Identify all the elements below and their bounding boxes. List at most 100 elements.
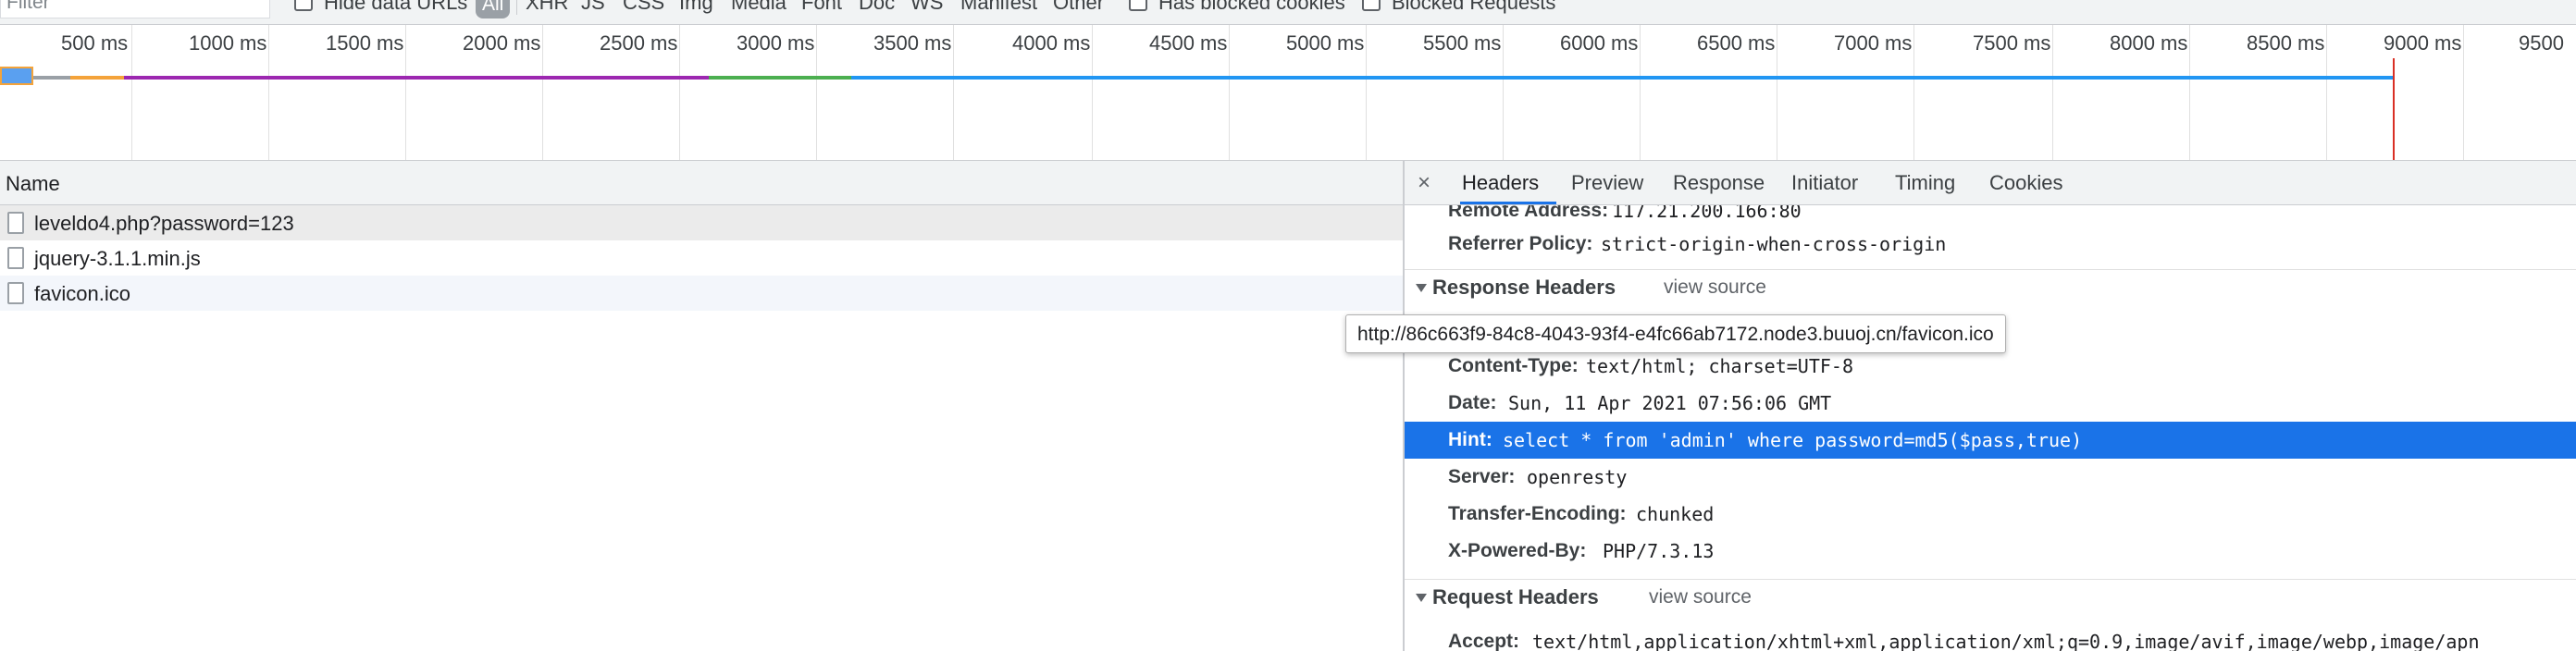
tick-label: 6500 ms: [1697, 31, 1776, 55]
tab-cookies[interactable]: Cookies: [1989, 171, 2062, 195]
type-filter-font[interactable]: Font: [801, 0, 842, 15]
header-key: Date:: [1448, 392, 1497, 413]
request-name: favicon.ico: [34, 282, 130, 305]
type-filter-xhr[interactable]: XHR: [526, 0, 568, 15]
header-row-hint[interactable]: Hint: select * from 'admin' where passwo…: [1405, 422, 2576, 459]
download-bar: [851, 76, 2393, 80]
response-headers-title[interactable]: Response Headers: [1432, 276, 1616, 300]
waiting-bar: [33, 76, 70, 80]
tick-line: [2189, 25, 2190, 160]
filter-bar: Filter Hide data URLs All XHR JS CSS Img…: [0, 0, 2576, 25]
header-key: Server:: [1448, 466, 1516, 487]
header-value: openresty: [1527, 466, 1628, 488]
list-header: Name: [0, 161, 1403, 205]
type-filter-manifest[interactable]: Manifest: [960, 0, 1037, 15]
tab-headers[interactable]: Headers: [1462, 171, 1539, 195]
header-row-accept: Accept: text/html,application/xhtml+xml,…: [1405, 623, 2576, 651]
tick-line: [2326, 25, 2327, 160]
type-filter-media[interactable]: Media: [731, 0, 786, 15]
expand-triangle-icon[interactable]: [1416, 594, 1427, 602]
tick-label: 8000 ms: [2110, 31, 2188, 55]
type-filter-js[interactable]: JS: [581, 0, 605, 15]
header-key: Accept:: [1448, 631, 1520, 651]
section-divider: [1405, 269, 2576, 270]
load-event-marker: [2393, 58, 2395, 160]
tick-line: [2463, 25, 2464, 160]
tab-timing[interactable]: Timing: [1895, 171, 1955, 195]
header-value: text/html,application/xhtml+xml,applicat…: [1532, 631, 2480, 651]
tick-line: [1092, 25, 1093, 160]
headers-content: Remote Address: 117.21.200.166:80 Referr…: [1405, 205, 2576, 651]
tick-line: [679, 25, 680, 160]
hide-data-urls-label: Hide data URLs: [324, 0, 468, 14]
network-overview[interactable]: 500 ms 1000 ms 1500 ms 2000 ms 2500 ms 3…: [0, 25, 2576, 161]
request-details-panel: × Headers Preview Response Initiator Tim…: [1403, 161, 2576, 651]
type-filter-doc[interactable]: Doc: [859, 0, 895, 15]
header-row-transfer-encoding: Transfer-Encoding: chunked: [1405, 496, 2576, 533]
tick-line: [542, 25, 543, 160]
has-blocked-cookies-label: Has blocked cookies: [1158, 0, 1345, 14]
active-tab-indicator: [1460, 202, 1556, 204]
header-row-x-powered-by: X-Powered-By: PHP/7.3.13: [1405, 533, 2576, 570]
header-key: Content-Type:: [1448, 355, 1579, 376]
details-tabs: × Headers Preview Response Initiator Tim…: [1405, 161, 2576, 205]
url-tooltip: http://86c663f9-84c8-4043-93f4-e4fc66ab7…: [1345, 314, 2006, 353]
tick-line: [953, 25, 954, 160]
header-value: chunked: [1636, 503, 1715, 525]
tick-label: 4500 ms: [1149, 31, 1228, 55]
tick-line: [405, 25, 406, 160]
header-key: Remote Address:: [1448, 205, 1609, 221]
close-icon[interactable]: ×: [1418, 170, 1430, 196]
tick-label: 5500 ms: [1423, 31, 1502, 55]
request-headers-title[interactable]: Request Headers: [1432, 585, 1599, 609]
request-row[interactable]: leveldo4.php?password=123: [0, 205, 1403, 240]
tick-line: [131, 25, 132, 160]
type-filter-all[interactable]: All: [476, 0, 511, 18]
tick-line: [1366, 25, 1367, 160]
header-value: PHP/7.3.13: [1603, 540, 1715, 562]
stalled-bar: [124, 76, 709, 80]
header-row-server: Server: openresty: [1405, 459, 2576, 496]
column-name-header[interactable]: Name: [6, 172, 60, 196]
filter-separator: [516, 0, 517, 15]
tick-label: 2500 ms: [600, 31, 678, 55]
request-view-source-link[interactable]: view source: [1649, 586, 1752, 608]
type-filter-css[interactable]: CSS: [623, 0, 664, 15]
type-filter-other[interactable]: Other: [1053, 0, 1104, 15]
tick-line: [1913, 25, 1914, 160]
tick-label: 7000 ms: [1834, 31, 1913, 55]
request-name: jquery-3.1.1.min.js: [34, 247, 201, 270]
tick-line: [268, 25, 269, 160]
tick-line: [1640, 25, 1641, 160]
blocked-requests-checkbox[interactable]: [1362, 0, 1381, 11]
request-waterfall-bar: [0, 67, 33, 85]
hide-data-urls-checkbox[interactable]: [294, 0, 313, 11]
tick-label: 1000 ms: [189, 31, 267, 55]
header-row-date: Date: Sun, 11 Apr 2021 07:56:06 GMT: [1405, 385, 2576, 422]
request-row[interactable]: jquery-3.1.1.min.js: [0, 240, 1403, 276]
tick-label: 3000 ms: [737, 31, 815, 55]
tick-label: 2000 ms: [463, 31, 541, 55]
document-icon: [7, 212, 24, 234]
header-row-referrer-policy: Referrer Policy: strict-origin-when-cros…: [1405, 226, 2576, 263]
request-name: leveldo4.php?password=123: [34, 212, 294, 235]
expand-triangle-icon[interactable]: [1416, 284, 1427, 292]
tick-label: 9000 ms: [2384, 31, 2462, 55]
ssl-bar: [709, 76, 851, 80]
tick-label: 3500 ms: [873, 31, 952, 55]
header-value: strict-origin-when-cross-origin: [1601, 233, 1947, 255]
filter-input[interactable]: Filter: [0, 0, 270, 18]
tick-label: 6000 ms: [1560, 31, 1639, 55]
has-blocked-cookies-checkbox[interactable]: [1129, 0, 1147, 11]
tick-line: [1503, 25, 1504, 160]
type-filter-ws[interactable]: WS: [910, 0, 943, 15]
tab-initiator[interactable]: Initiator: [1791, 171, 1858, 195]
tab-preview[interactable]: Preview: [1571, 171, 1643, 195]
tab-response[interactable]: Response: [1673, 171, 1765, 195]
header-value: Sun, 11 Apr 2021 07:56:06 GMT: [1508, 392, 1832, 414]
type-filter-img[interactable]: Img: [679, 0, 713, 15]
request-row[interactable]: favicon.ico: [0, 276, 1403, 311]
response-view-source-link[interactable]: view source: [1664, 276, 1766, 299]
header-key: Transfer-Encoding:: [1448, 503, 1627, 524]
tick-label: 1500 ms: [326, 31, 404, 55]
